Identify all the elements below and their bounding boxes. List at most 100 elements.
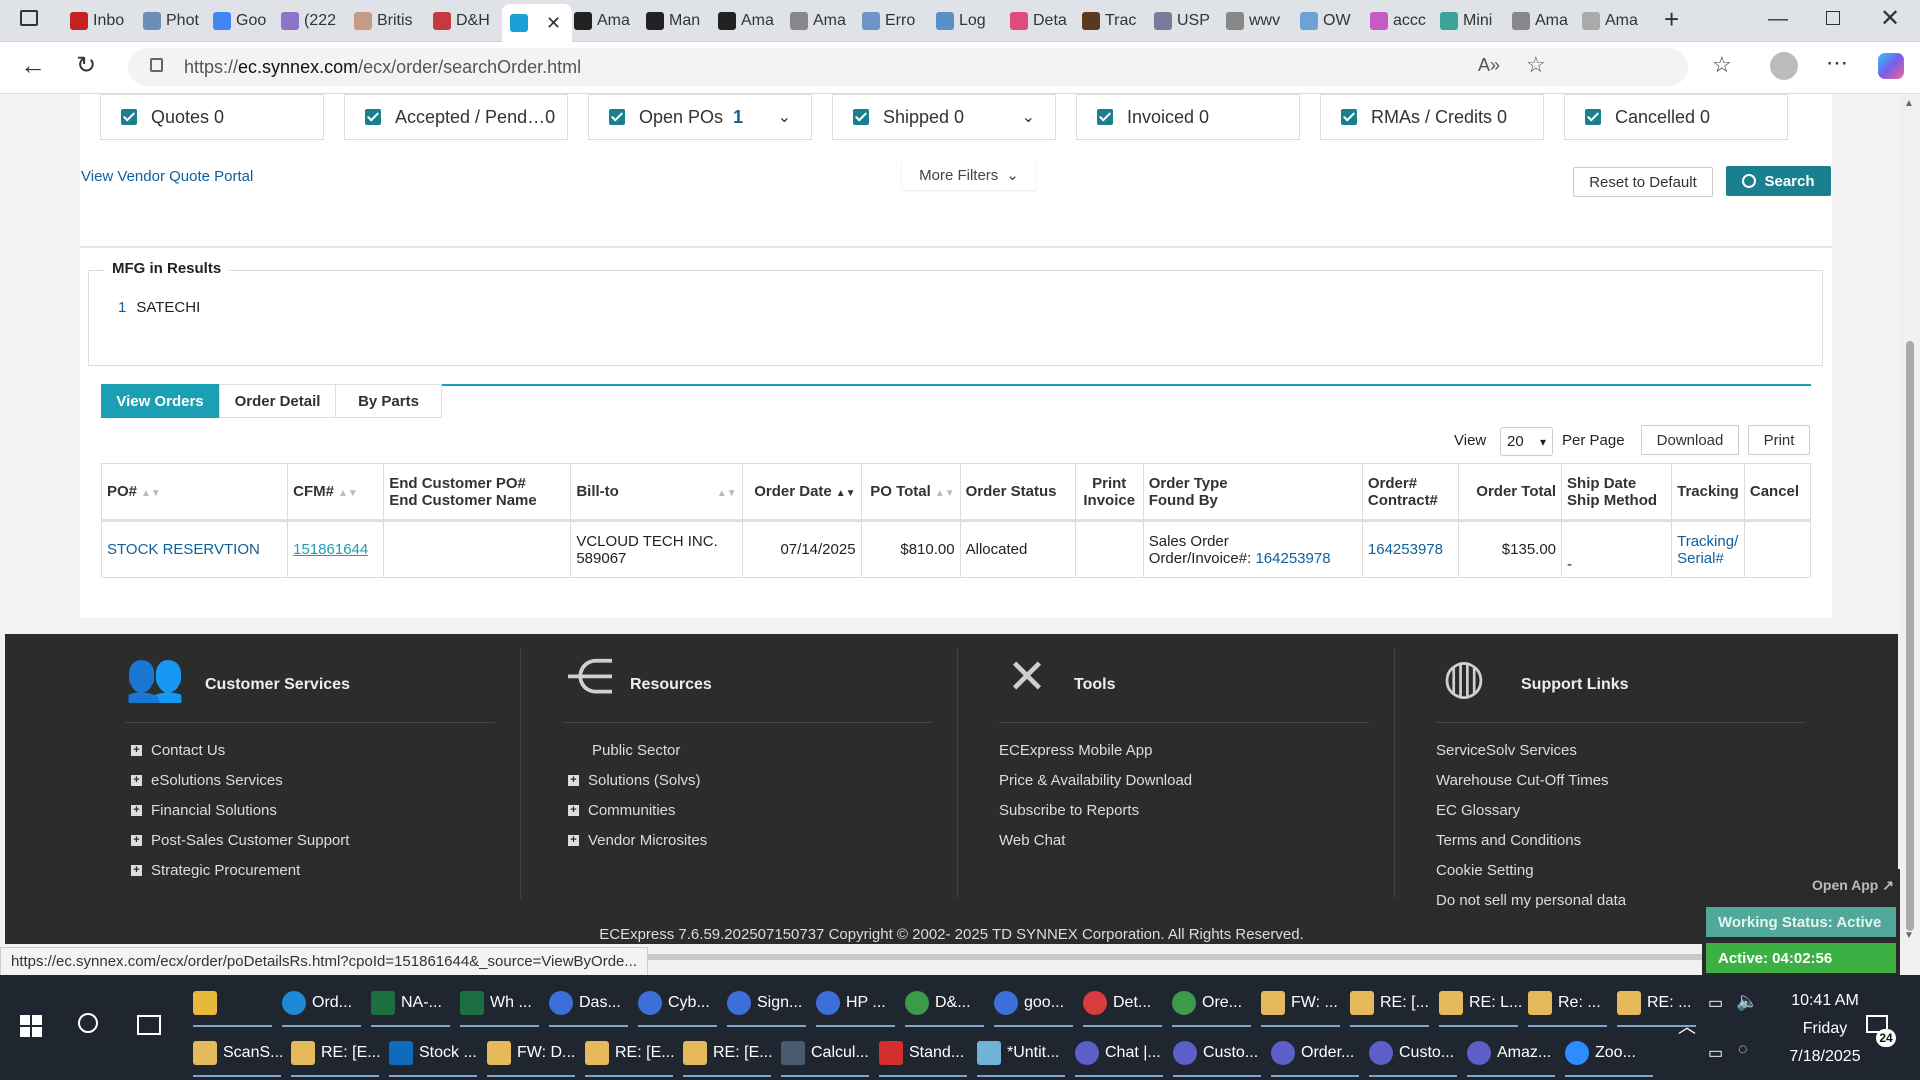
reset-to-default-button[interactable]: Reset to Default [1573,167,1713,197]
col-bill-to[interactable]: Bill-to ▲▼ [570,463,744,521]
taskbar-app-button[interactable]: Order... [1271,1031,1363,1075]
checkbox-checked-icon[interactable] [609,109,625,125]
new-tab-icon[interactable]: + [1664,4,1679,35]
footer-link[interactable]: + Solutions (Solvs) [568,772,701,789]
search-icon[interactable] [78,1013,98,1033]
browser-tab[interactable]: D&H [433,6,496,36]
vendor-quote-portal-link[interactable]: View Vendor Quote Portal [81,168,253,185]
reload-icon[interactable]: ↻ [76,51,96,80]
page-scrollbar[interactable]: ▲ ▼ [1900,94,1920,944]
cell-cfm[interactable]: 151861644 [287,520,385,578]
browser-tab[interactable]: Trac [1082,6,1148,36]
browser-tab[interactable]: Goo [213,6,275,36]
chevron-up-icon[interactable]: ︿ [1678,1013,1696,1039]
tab-by-parts[interactable]: By Parts [336,384,442,418]
footer-link[interactable]: ECExpress Mobile App [999,742,1152,759]
taskbar-app-button[interactable]: HP ... [816,981,899,1025]
footer-link[interactable]: + Communities [568,802,676,819]
footer-link[interactable]: Do not sell my personal data [1436,892,1626,909]
browser-tab[interactable]: Ama [1582,6,1642,36]
browser-tab[interactable]: Britis [354,6,427,36]
taskbar-app-button[interactable]: Re: ... [1528,981,1611,1025]
taskbar-app-button[interactable]: FW: D... [487,1031,579,1075]
taskbar-app-button[interactable]: Custo... [1369,1031,1461,1075]
taskbar-app-button[interactable]: Chat |... [1075,1031,1167,1075]
browser-tab[interactable]: accc [1370,6,1434,36]
browser-tab[interactable]: Mini [1440,6,1506,36]
col-po-total[interactable]: PO Total ▲▼ [860,463,961,521]
filter-chip[interactable]: Invoiced 0 [1076,94,1300,140]
browser-tab[interactable]: Deta [1010,6,1076,36]
taskbar-app-button[interactable]: ScanS... [193,1031,285,1075]
footer-link[interactable]: + Post-Sales Customer Support [131,832,349,849]
network-icon[interactable]: ▭ [1708,1043,1723,1063]
filter-chip[interactable]: Shipped 0 ⌄ [832,94,1056,140]
taskbar-app-button[interactable]: Ord... [282,981,365,1025]
taskbar-app-button[interactable]: Cyb... [638,981,721,1025]
horizontal-scrollbar[interactable] [560,954,1890,960]
taskbar-app-button[interactable]: Ore... [1172,981,1255,1025]
cell-tracking[interactable]: Tracking/Serial# [1671,520,1745,578]
footer-link[interactable]: EC Glossary [1436,802,1520,819]
copilot-icon[interactable] [1878,53,1904,79]
taskbar-app-button[interactable] [193,981,276,1025]
cfm-link[interactable]: 151861644 [293,541,368,558]
browser-tab[interactable]: (222 [281,6,348,36]
col-end-customer[interactable]: End Customer PO# End Customer Name [383,463,572,521]
footer-link[interactable]: Terms and Conditions [1436,832,1581,849]
browser-tab[interactable]: Man [646,6,712,36]
back-icon[interactable]: ← [20,50,46,81]
taskbar-app-button[interactable]: Det... [1083,981,1166,1025]
open-app-link[interactable]: Open App ↗ [1812,877,1894,894]
browser-tab[interactable]: Phot [143,6,207,36]
browser-tab[interactable]: OW [1300,6,1364,36]
col-po[interactable]: PO# ▲▼ [100,463,289,521]
footer-link[interactable]: Price & Availability Download [999,772,1192,789]
clock[interactable]: 10:41 AM Friday 7/18/2025 [1770,987,1880,1071]
browser-tab[interactable]: Erro [862,6,930,36]
taskbar-app-button[interactable]: RE: L... [1439,981,1522,1025]
taskbar-app-button[interactable]: Amaz... [1467,1031,1559,1075]
more-filters-button[interactable]: More Filters ⌄ [902,160,1036,190]
po-link[interactable]: STOCK RESERVTION [107,541,260,558]
footer-link[interactable]: Warehouse Cut-Off Times [1436,772,1609,789]
checkbox-checked-icon[interactable] [1097,109,1113,125]
taskbar-app-button[interactable]: Sign... [727,981,810,1025]
browser-tab[interactable]: ✕ [502,4,572,42]
filter-chip[interactable]: Accepted / Pend…0 [344,94,568,140]
col-cfm[interactable]: CFM# ▲▼ [287,463,385,521]
scroll-up-icon[interactable]: ▲ [1904,98,1914,109]
taskbar-app-button[interactable]: RE: [... [1350,981,1433,1025]
chevron-down-icon[interactable]: ⌄ [1022,107,1035,127]
invoice-number-link[interactable]: 164253978 [1255,550,1330,567]
taskbar-app-button[interactable]: Das... [549,981,632,1025]
taskbar-app-button[interactable]: Wh ... [460,981,543,1025]
footer-link[interactable]: Cookie Setting [1436,862,1534,879]
checkbox-checked-icon[interactable] [365,109,381,125]
battery-icon[interactable]: ▭ [1708,993,1723,1013]
close-tab-icon[interactable]: ✕ [546,13,561,34]
taskbar-app-button[interactable]: Custo... [1173,1031,1265,1075]
volume-icon[interactable]: 🔈 [1736,991,1758,1012]
wifi-icon[interactable]: ◌ [1738,1041,1748,1059]
footer-link[interactable]: ServiceSolv Services [1436,742,1577,759]
chevron-down-icon[interactable]: ⌄ [778,107,791,127]
filter-chip[interactable]: Open POs 1 ⌄ [588,94,812,140]
cell-order-no[interactable]: 164253978 [1361,520,1459,578]
browser-tab[interactable]: Ama [718,6,784,36]
windows-start-icon[interactable] [20,1015,42,1037]
tracking-link[interactable]: Tracking/ [1677,533,1739,550]
search-button[interactable]: Search [1726,166,1831,196]
working-status[interactable]: Working Status: Active [1706,907,1896,937]
maximize-icon[interactable] [1826,11,1840,25]
footer-link[interactable]: + Strategic Procurement [131,862,300,879]
footer-link[interactable]: Subscribe to Reports [999,802,1139,819]
tab-actions-icon[interactable] [20,10,38,26]
taskbar-app-button[interactable]: goo... [994,981,1077,1025]
checkbox-checked-icon[interactable] [1585,109,1601,125]
tab-view-orders[interactable]: View Orders [101,384,219,418]
footer-link[interactable]: + Financial Solutions [131,802,277,819]
favorite-star-icon[interactable]: ☆ [1526,52,1546,78]
taskbar-app-button[interactable]: Stock ... [389,1031,481,1075]
favorites-icon[interactable]: ☆ [1712,52,1732,78]
